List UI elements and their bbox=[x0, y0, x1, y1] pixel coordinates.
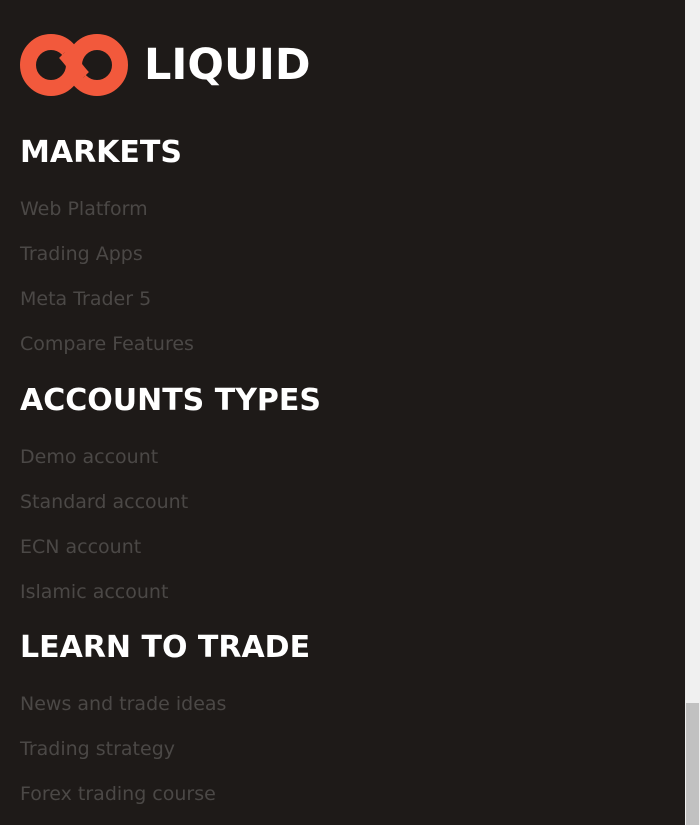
link-standard-account[interactable]: Standard account bbox=[20, 491, 188, 513]
list-item: Demo account bbox=[20, 435, 620, 480]
markets-link-list: Web Platform Trading Apps Meta Trader 5 … bbox=[20, 187, 620, 367]
scrollbar[interactable] bbox=[685, 0, 700, 825]
list-item: Compare Features bbox=[20, 322, 620, 367]
section-title-learn-to-trade: LEARN TO TRADE bbox=[20, 630, 311, 665]
list-item: ECN account bbox=[20, 525, 620, 570]
list-item: Trading Apps bbox=[20, 232, 620, 277]
brand-logo-link[interactable]: LIQUID bbox=[20, 34, 311, 96]
list-item: Standard account bbox=[20, 480, 620, 525]
section-title-markets: MARKETS bbox=[20, 135, 182, 170]
list-item: Web Platform bbox=[20, 187, 620, 232]
section-title-accounts-types: ACCOUNTS TYPES bbox=[20, 383, 322, 418]
list-item: Islamic account bbox=[20, 570, 620, 615]
link-meta-trader-5[interactable]: Meta Trader 5 bbox=[20, 288, 151, 310]
list-item: Meta Trader 5 bbox=[20, 277, 620, 322]
link-demo-account[interactable]: Demo account bbox=[20, 446, 158, 468]
footer-menu-panel: LIQUID MARKETS Web Platform Trading Apps… bbox=[0, 0, 685, 825]
brand-name: LIQUID bbox=[144, 40, 311, 90]
link-trading-apps[interactable]: Trading Apps bbox=[20, 243, 143, 265]
link-ecn-account[interactable]: ECN account bbox=[20, 536, 141, 558]
list-item: Trading strategy bbox=[20, 727, 620, 772]
link-islamic-account[interactable]: Islamic account bbox=[20, 581, 168, 603]
list-item: News and trade ideas bbox=[20, 682, 620, 727]
learn-link-list: News and trade ideas Trading strategy Fo… bbox=[20, 682, 620, 817]
infinity-icon bbox=[20, 34, 128, 96]
link-forex-trading-course[interactable]: Forex trading course bbox=[20, 783, 216, 805]
link-trading-strategy[interactable]: Trading strategy bbox=[20, 738, 175, 760]
scrollbar-thumb[interactable] bbox=[686, 703, 699, 825]
section-learn-to-trade: LEARN TO TRADE News and trade ideas Trad… bbox=[20, 630, 620, 817]
accounts-link-list: Demo account Standard account ECN accoun… bbox=[20, 435, 620, 615]
section-accounts-types: ACCOUNTS TYPES Demo account Standard acc… bbox=[20, 383, 620, 615]
link-compare-features[interactable]: Compare Features bbox=[20, 333, 194, 355]
link-news-and-trade-ideas[interactable]: News and trade ideas bbox=[20, 693, 226, 715]
link-web-platform[interactable]: Web Platform bbox=[20, 198, 148, 220]
section-markets: MARKETS Web Platform Trading Apps Meta T… bbox=[20, 135, 620, 367]
list-item: Forex trading course bbox=[20, 772, 620, 817]
